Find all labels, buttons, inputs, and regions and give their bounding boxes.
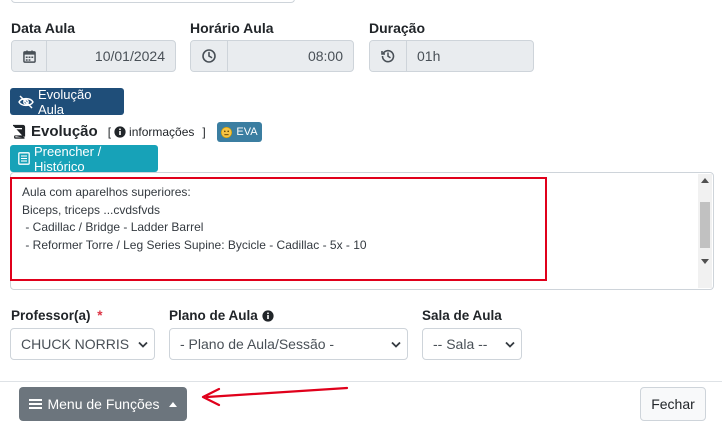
plan-select[interactable]: - Plano de Aula/Sessão - xyxy=(169,328,408,360)
plan-label-text: Plano de Aula xyxy=(169,308,258,323)
clock-icon xyxy=(191,41,228,71)
required-asterisk: * xyxy=(97,308,103,323)
professor-label-text: Professor(a) xyxy=(11,308,91,323)
duration-label: Duração xyxy=(369,20,426,36)
highlight-box xyxy=(10,177,547,281)
scrollbar-thumb[interactable] xyxy=(700,202,710,248)
eva-button[interactable]: EVA xyxy=(217,122,262,142)
professor-select[interactable]: CHUCK NORRIS xyxy=(10,328,155,360)
textarea-scrollbar[interactable] xyxy=(698,174,712,288)
caret-up-icon xyxy=(168,401,177,407)
calendar-icon xyxy=(12,41,47,71)
history-icon xyxy=(370,41,407,71)
professor-select-value: CHUCK NORRIS xyxy=(21,336,130,352)
professor-label: Professor(a) * xyxy=(11,308,103,323)
time-label: Horário Aula xyxy=(190,20,274,36)
eye-slash-icon xyxy=(18,94,34,109)
date-field-group[interactable]: 10/01/2024 xyxy=(11,40,176,72)
menu-functions-label: Menu de Funções xyxy=(47,396,160,412)
room-label: Sala de Aula xyxy=(422,308,502,323)
hamburger-icon xyxy=(29,398,43,410)
plan-label: Plano de Aula xyxy=(169,308,274,323)
date-label: Data Aula xyxy=(11,20,76,36)
evolution-title: Evolução xyxy=(31,123,98,140)
book-icon xyxy=(12,124,26,139)
info-bracket-open: [ xyxy=(107,124,112,139)
info-icon[interactable] xyxy=(262,309,274,322)
eva-label: EVA xyxy=(236,126,258,138)
chevron-down-icon xyxy=(138,341,148,348)
list-icon xyxy=(18,152,30,165)
annotation-arrow-icon xyxy=(201,386,349,407)
menu-functions-button[interactable]: Menu de Funções xyxy=(19,387,187,421)
scroll-down-icon[interactable] xyxy=(701,259,709,264)
fill-history-button[interactable]: Preencher / Histórico xyxy=(10,143,158,174)
room-select-value: -- Sala -- xyxy=(433,336,488,352)
time-input[interactable]: 08:00 xyxy=(228,41,353,71)
info-label[interactable]: informações xyxy=(129,125,194,139)
time-field-group[interactable]: 08:00 xyxy=(190,40,354,72)
evolution-header: Evolução [ informações ] xyxy=(12,123,206,140)
chevron-down-icon xyxy=(505,341,515,348)
plan-select-value: - Plano de Aula/Sessão - xyxy=(180,336,335,352)
top-input-remnant xyxy=(11,0,295,3)
evolution-toggle-label: Evolução Aula xyxy=(38,86,92,117)
emoji-icon xyxy=(221,126,233,138)
room-select[interactable]: -- Sala -- xyxy=(422,328,522,360)
scroll-up-icon[interactable] xyxy=(701,178,709,183)
fill-history-label: Preencher / Histórico xyxy=(34,143,102,174)
duration-field-group[interactable]: 01h xyxy=(369,40,534,72)
duration-input[interactable]: 01h xyxy=(407,41,533,71)
info-icon[interactable] xyxy=(114,125,126,138)
footer-divider xyxy=(0,381,722,382)
date-input[interactable]: 10/01/2024 xyxy=(47,41,175,71)
chevron-down-icon xyxy=(391,341,401,348)
close-button[interactable]: Fechar xyxy=(640,387,706,421)
info-bracket-close: ] xyxy=(202,124,206,139)
evolution-toggle-button[interactable]: Evolução Aula xyxy=(10,86,124,117)
